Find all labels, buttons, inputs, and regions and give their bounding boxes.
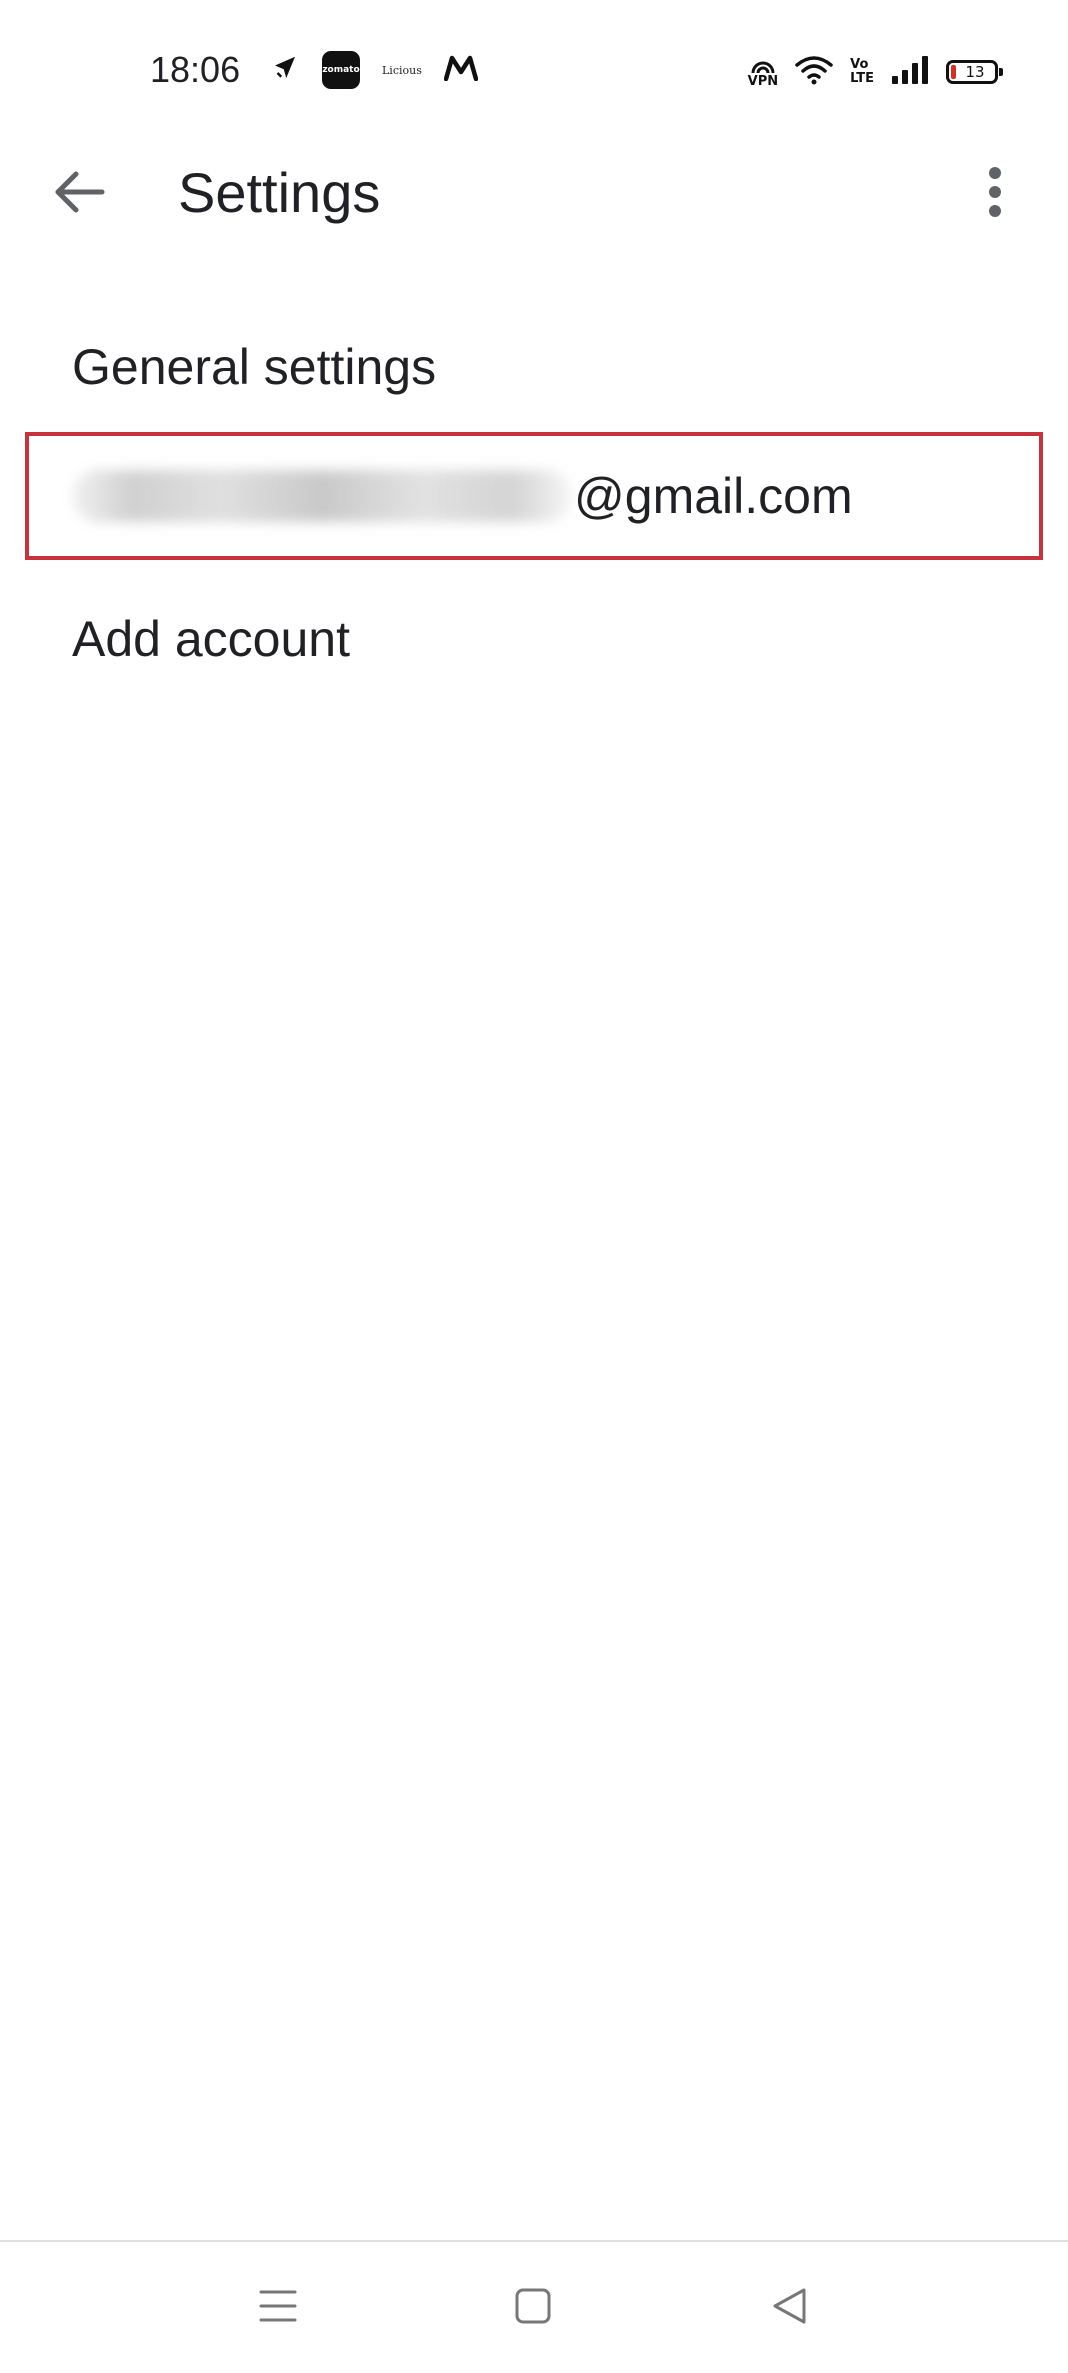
menu-lines-icon [258, 2286, 298, 2331]
zomato-icon: zomato [322, 51, 360, 89]
battery-icon: 13 [946, 60, 1003, 84]
back-button[interactable] [50, 164, 110, 224]
system-nav-bar [0, 2242, 1068, 2373]
back-triangle-icon [770, 2286, 810, 2331]
general-settings-item[interactable]: General settings [0, 310, 1068, 420]
licious-icon: Licious [382, 63, 422, 77]
wifi-icon [794, 54, 834, 91]
blurred-username [72, 470, 572, 522]
signal-icon [890, 54, 930, 91]
home-square-icon [513, 2286, 553, 2331]
add-account-label: Add account [72, 611, 350, 667]
myntra-icon [443, 55, 479, 86]
arrow-back-icon [54, 170, 106, 219]
recent-apps-button[interactable] [248, 2278, 308, 2338]
page-title: Settings [178, 161, 381, 224]
volte-icon: Vo LTE [850, 57, 874, 86]
more-vert-icon [988, 166, 1002, 223]
home-button[interactable] [503, 2278, 563, 2338]
status-bar: 18:06 zomato Licious VPN Vo LTE 13 [0, 0, 1068, 140]
general-settings-label: General settings [72, 339, 437, 395]
vpn-icon: VPN [748, 57, 778, 88]
system-back-button[interactable] [760, 2278, 820, 2338]
more-options-button[interactable] [970, 162, 1020, 226]
account-domain: @gmail.com [574, 468, 853, 524]
system-indicators: VPN Vo LTE 13 [748, 52, 1003, 92]
navigation-arrow-icon [270, 53, 300, 88]
app-bar: Settings [0, 140, 1068, 240]
add-account-item[interactable]: Add account [0, 580, 1068, 690]
account-item[interactable]: @gmail.com [0, 434, 1068, 558]
account-email: @gmail.com [72, 464, 853, 528]
status-time: 18:06 [150, 49, 241, 90]
notification-icons: zomato Licious [270, 51, 479, 89]
battery-fill [951, 65, 956, 79]
battery-level: 13 [965, 63, 985, 81]
